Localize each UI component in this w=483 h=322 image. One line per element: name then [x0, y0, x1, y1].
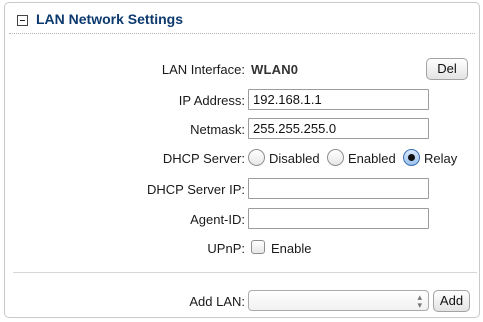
upnp-label: UPnP:	[207, 241, 245, 256]
dhcp-relay-radio[interactable]	[403, 149, 420, 166]
section-title: LAN Network Settings	[36, 11, 184, 27]
add-button[interactable]: Add	[433, 290, 470, 312]
ip-address-input[interactable]	[248, 89, 429, 110]
lan-interface-label: LAN Interface:	[161, 62, 245, 77]
upnp-enable-label: Enable	[271, 241, 312, 256]
upnp-enable-checkbox[interactable]	[251, 240, 265, 254]
dhcp-server-ip-input[interactable]	[248, 178, 429, 199]
dhcp-enabled-label: Enabled	[348, 151, 396, 166]
dhcp-server-ip-label: DHCP Server IP:	[146, 182, 245, 197]
agent-id-row: Agent-ID:	[5, 208, 481, 230]
section-header: LAN Network Settings	[9, 7, 475, 34]
dhcp-server-ip-row: DHCP Server IP:	[5, 178, 481, 200]
agent-id-input[interactable]	[248, 208, 429, 229]
dhcp-disabled-label: Disabled	[269, 151, 320, 166]
dhcp-server-label: DHCP Server:	[162, 151, 245, 166]
upnp-row: UPnP: Enable	[5, 237, 481, 259]
select-arrows-icon: ▴ ▾	[417, 292, 422, 310]
add-lan-select[interactable]: ▴ ▾	[248, 290, 429, 311]
ip-address-label: IP Address:	[178, 93, 245, 108]
section-divider	[13, 272, 477, 273]
lan-interface-value: WLAN0	[251, 62, 299, 77]
netmask-input[interactable]	[248, 118, 429, 139]
ip-address-row: IP Address:	[5, 89, 481, 111]
del-button[interactable]: Del	[426, 58, 468, 80]
dhcp-disabled-radio[interactable]	[248, 149, 265, 166]
dhcp-enabled-radio[interactable]	[327, 149, 344, 166]
dhcp-server-row: DHCP Server: Disabled Enabled Relay	[5, 147, 481, 169]
add-lan-row: Add LAN: ▴ ▾ Add	[5, 290, 481, 312]
add-lan-label: Add LAN:	[189, 294, 245, 309]
lan-interface-row: LAN Interface: WLAN0 Del	[5, 58, 481, 80]
agent-id-label: Agent-ID:	[190, 212, 245, 227]
netmask-label: Netmask:	[190, 122, 245, 137]
netmask-row: Netmask:	[5, 118, 481, 140]
dhcp-relay-label: Relay	[424, 151, 458, 166]
lan-network-settings-panel: LAN Network Settings LAN Interface: WLAN…	[4, 2, 480, 318]
collapse-icon[interactable]	[17, 15, 28, 26]
